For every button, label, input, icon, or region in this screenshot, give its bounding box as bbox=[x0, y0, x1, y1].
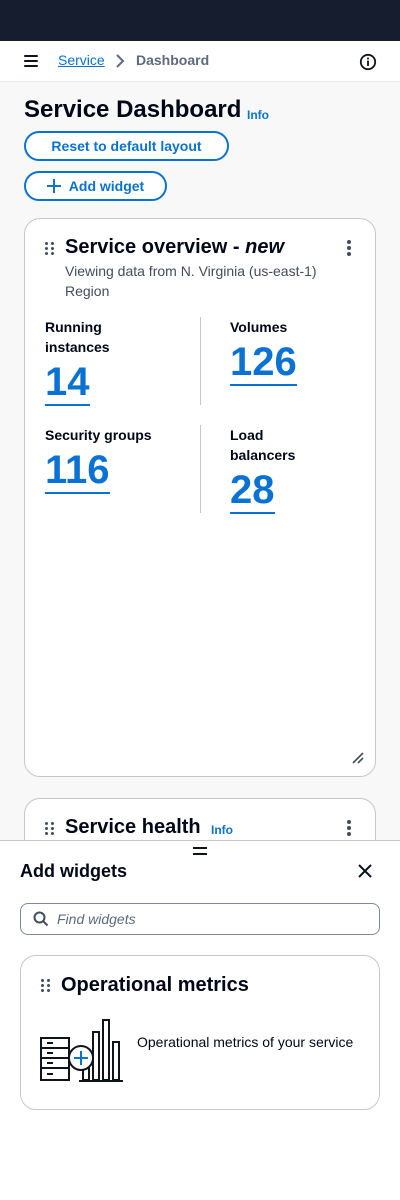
reset-layout-button[interactable]: Reset to default layout bbox=[24, 131, 229, 161]
metric-label-load-balancers: Load balancers bbox=[230, 427, 296, 463]
palette-widget-item[interactable]: Operational metrics Operational metrics … bbox=[20, 955, 380, 1110]
metric-divider bbox=[200, 425, 201, 513]
chevron-right-icon bbox=[116, 54, 125, 68]
metric-divider bbox=[200, 317, 201, 405]
top-navigation-bar bbox=[0, 0, 400, 41]
widget-title-text: Service overview - bbox=[65, 236, 246, 258]
metric-label-running-instances: Running instances bbox=[45, 319, 110, 355]
metric-label-security-groups: Security groups bbox=[45, 427, 152, 443]
metric-value-running-instances[interactable]: 14 bbox=[45, 362, 90, 406]
metric-value-volumes[interactable]: 126 bbox=[230, 342, 297, 386]
widget-description: Viewing data from N. Virginia (us-east-1… bbox=[65, 263, 317, 299]
resize-icon[interactable] bbox=[352, 752, 364, 764]
palette-widget-description: Operational metrics of your service bbox=[137, 1034, 354, 1050]
add-widget-button[interactable]: Add widget bbox=[24, 171, 167, 201]
add-widgets-panel: Add widgets Operational metrics bbox=[0, 840, 400, 1200]
widget-title: Service health bbox=[65, 816, 201, 838]
metric-value-load-balancers[interactable]: 28 bbox=[230, 470, 275, 514]
drag-handle-icon[interactable] bbox=[45, 242, 55, 256]
service-overview-widget: Service overview - new Viewing data from… bbox=[24, 218, 376, 777]
breadcrumb-service-link[interactable]: Service bbox=[58, 52, 105, 68]
search-field bbox=[20, 903, 380, 935]
more-vertical-icon[interactable] bbox=[345, 240, 353, 256]
close-icon[interactable] bbox=[357, 863, 373, 879]
widget-title: Service overview - new bbox=[65, 236, 284, 259]
add-widget-label: Add widget bbox=[68, 178, 145, 194]
drag-handle-icon[interactable] bbox=[45, 822, 55, 836]
health-info-link[interactable]: Info bbox=[211, 823, 233, 837]
palette-widget-title: Operational metrics bbox=[61, 974, 249, 996]
widget-title-new: new bbox=[245, 236, 285, 258]
metric-label-volumes: Volumes bbox=[230, 319, 288, 335]
info-circle-icon[interactable] bbox=[359, 53, 377, 71]
page-info-link[interactable]: Info bbox=[247, 108, 269, 122]
operational-metrics-illustration bbox=[40, 1019, 123, 1082]
plus-icon bbox=[46, 179, 61, 193]
search-icon bbox=[33, 911, 49, 927]
drag-handle-icon[interactable] bbox=[41, 979, 51, 993]
menu-icon[interactable] bbox=[22, 54, 40, 68]
panel-title: Add widgets bbox=[20, 861, 127, 881]
page-title: Service Dashboard bbox=[24, 96, 242, 123]
search-input[interactable] bbox=[57, 909, 367, 929]
breadcrumb-current: Dashboard bbox=[136, 52, 210, 68]
panel-resize-handle[interactable] bbox=[193, 847, 207, 855]
more-vertical-icon[interactable] bbox=[345, 820, 353, 836]
reset-layout-label: Reset to default layout bbox=[51, 138, 202, 154]
metric-value-security-groups[interactable]: 116 bbox=[45, 450, 110, 494]
breadcrumb-bar: Service Dashboard bbox=[0, 41, 400, 82]
